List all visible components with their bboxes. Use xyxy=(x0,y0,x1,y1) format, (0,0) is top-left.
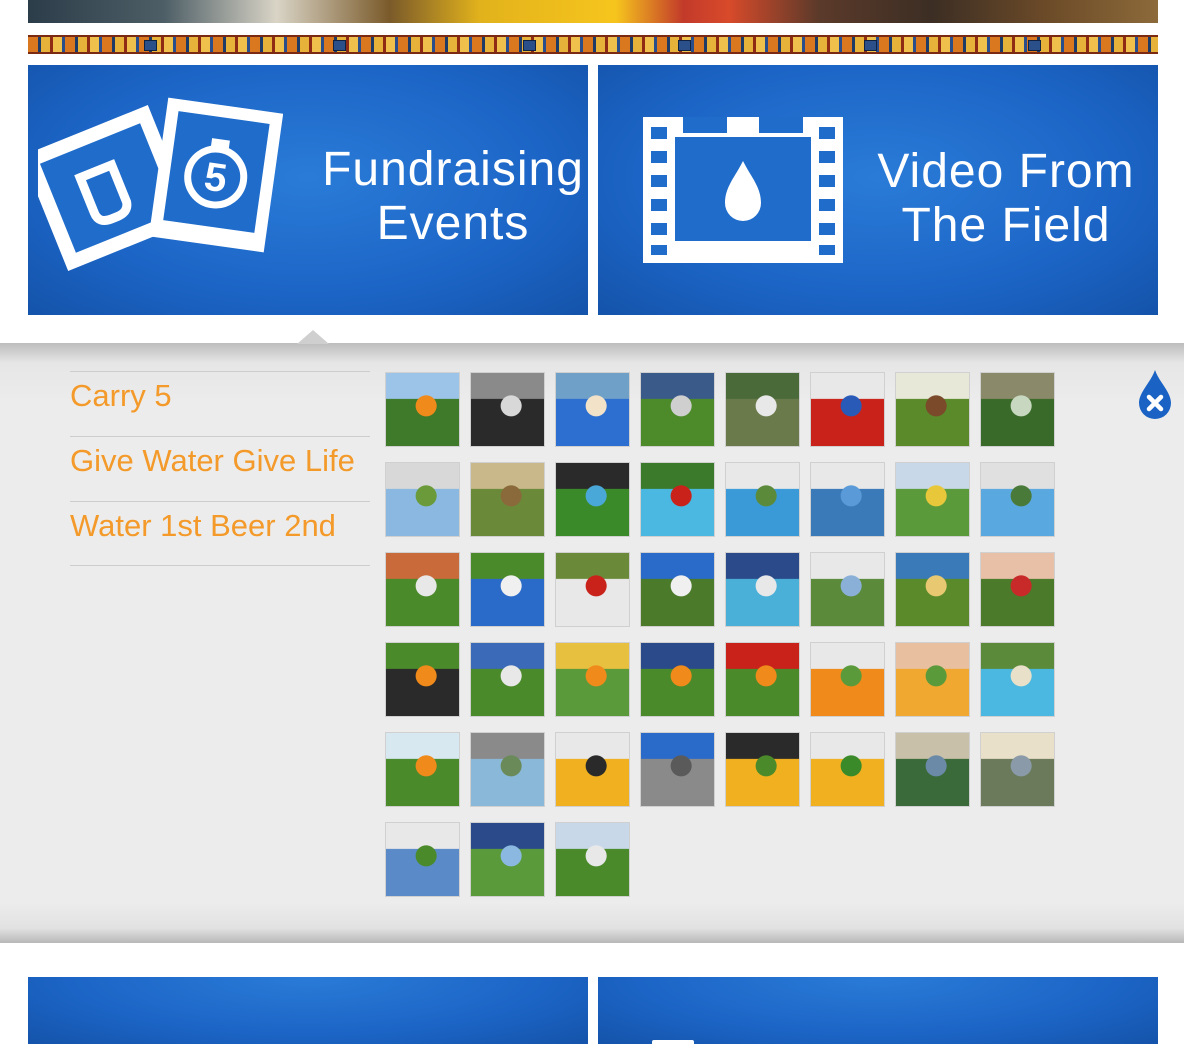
photo-thumbnail[interactable] xyxy=(725,552,800,627)
photo-thumbnail[interactable] xyxy=(725,372,800,447)
photo-thumbnail[interactable] xyxy=(470,822,545,897)
photo-thumbnail[interactable] xyxy=(895,462,970,537)
decorative-pattern-strip xyxy=(28,35,1158,54)
photo-thumbnail[interactable] xyxy=(980,732,1055,807)
photo-thumbnail[interactable] xyxy=(980,372,1055,447)
photo-thumbnail[interactable] xyxy=(725,462,800,537)
event-menu: Carry 5 Give Water Give Life Water 1st B… xyxy=(70,371,370,566)
hero-banner-image xyxy=(28,0,1158,23)
photo-thumbnail[interactable] xyxy=(555,462,630,537)
menu-item-water-1st-beer-2nd[interactable]: Water 1st Beer 2nd xyxy=(70,501,370,566)
photo-thumbnail[interactable] xyxy=(555,732,630,807)
bottom-panel-icon xyxy=(652,1040,694,1044)
fundraising-title-line1: Fundraising xyxy=(322,143,584,196)
photo-thumbnail[interactable] xyxy=(385,462,460,537)
photo-thumbnail[interactable] xyxy=(385,372,460,447)
photo-thumbnail[interactable] xyxy=(810,552,885,627)
photo-thumbnail[interactable] xyxy=(640,462,715,537)
photo-thumbnail[interactable] xyxy=(385,822,460,897)
menu-item-give-water-give-life[interactable]: Give Water Give Life xyxy=(70,436,370,501)
photo-thumbnail[interactable] xyxy=(895,732,970,807)
photo-thumbnail[interactable] xyxy=(725,732,800,807)
menu-item-carry-5[interactable]: Carry 5 xyxy=(70,371,370,436)
photos-icon: 5 xyxy=(28,93,284,288)
photo-thumbnail[interactable] xyxy=(810,462,885,537)
photo-thumbnail[interactable] xyxy=(640,642,715,717)
photo-thumbnail[interactable] xyxy=(470,372,545,447)
photo-thumbnail[interactable] xyxy=(895,372,970,447)
fundraising-events-panel[interactable]: 5 Fundraising Events xyxy=(28,65,588,315)
photo-thumbnail[interactable] xyxy=(895,642,970,717)
photo-thumbnail[interactable] xyxy=(980,552,1055,627)
photo-thumbnail[interactable] xyxy=(895,552,970,627)
photo-thumbnail[interactable] xyxy=(555,552,630,627)
photo-thumbnail[interactable] xyxy=(470,462,545,537)
photo-thumbnail[interactable] xyxy=(640,732,715,807)
photo-thumbnail[interactable] xyxy=(385,732,460,807)
photo-thumbnail[interactable] xyxy=(725,642,800,717)
photo-thumbnail[interactable] xyxy=(640,552,715,627)
photo-thumbnail[interactable] xyxy=(810,732,885,807)
photo-thumbnail[interactable] xyxy=(980,642,1055,717)
photo-thumbnail[interactable] xyxy=(555,822,630,897)
bottom-panel-right[interactable] xyxy=(598,977,1158,1044)
fundraising-title-line2: Events xyxy=(376,197,530,250)
video-title-line2: The Field xyxy=(901,199,1111,252)
photo-thumbnail[interactable] xyxy=(555,372,630,447)
fundraising-events-title: Fundraising Events xyxy=(298,143,588,251)
photo-thumbnail[interactable] xyxy=(470,732,545,807)
photo-thumbnail[interactable] xyxy=(385,642,460,717)
bottom-panel-left[interactable] xyxy=(28,977,588,1044)
video-title-line1: Video From xyxy=(877,145,1135,198)
video-from-the-field-title: Video From The Field xyxy=(856,145,1156,253)
film-strip-water-drop-icon xyxy=(643,115,843,265)
photo-thumbnail[interactable] xyxy=(555,642,630,717)
photo-thumbnail[interactable] xyxy=(810,372,885,447)
active-panel-pointer xyxy=(297,330,329,344)
photo-thumbnail[interactable] xyxy=(810,642,885,717)
video-from-the-field-panel[interactable]: Video From The Field xyxy=(598,65,1158,315)
photo-thumbnail[interactable] xyxy=(385,552,460,627)
photo-thumbnail[interactable] xyxy=(980,462,1055,537)
photo-thumbnail[interactable] xyxy=(640,372,715,447)
close-water-drop-icon[interactable] xyxy=(1139,370,1171,420)
photo-thumbnail[interactable] xyxy=(470,642,545,717)
photo-thumbnail[interactable] xyxy=(470,552,545,627)
